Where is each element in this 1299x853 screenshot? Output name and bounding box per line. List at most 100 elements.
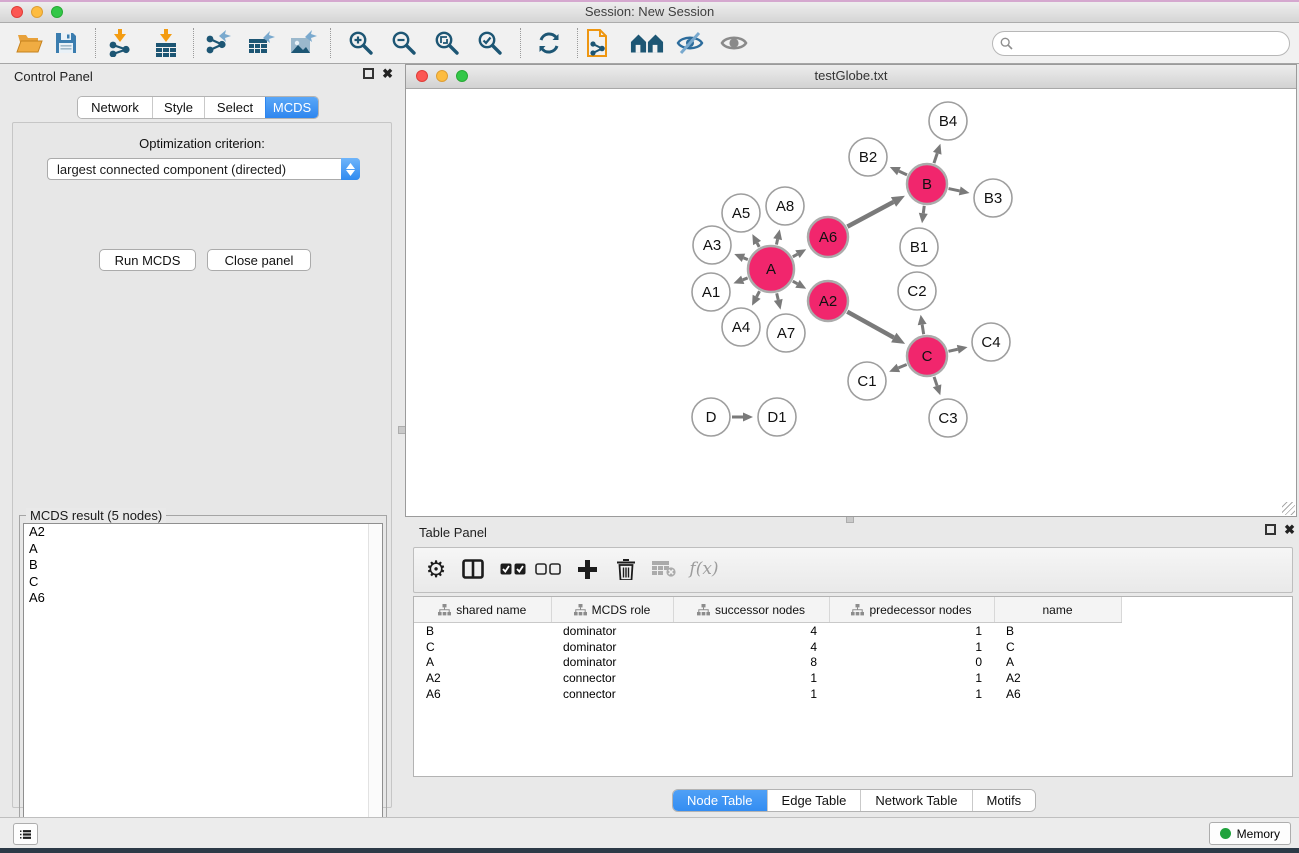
export-table-button[interactable] — [244, 26, 278, 60]
graph-node-label: A2 — [819, 293, 837, 310]
tab-node-table[interactable]: Node Table — [673, 790, 767, 811]
column-header[interactable]: successor nodes — [673, 597, 829, 623]
table-cell[interactable]: 8 — [673, 654, 829, 670]
column-header[interactable]: shared name — [414, 597, 551, 623]
close-table-panel-icon[interactable]: ✖ — [1284, 524, 1295, 535]
zoom-window-button[interactable] — [51, 6, 63, 18]
mcds-result-item[interactable]: A2 — [24, 524, 382, 541]
network-canvas[interactable]: B4B2BB3A5A8A6A3B1AC2A1A2A4A7C4CC1C3DD1 — [406, 88, 1296, 516]
table-cell[interactable]: A6 — [414, 686, 551, 702]
zoom-out-button[interactable] — [387, 26, 421, 60]
toolbar-separator — [330, 28, 331, 58]
table-row[interactable]: Adominator80A — [414, 654, 1121, 670]
zoom-selected-button[interactable] — [473, 26, 507, 60]
graph-edge-B-B1 — [923, 206, 924, 213]
table-cell[interactable]: dominator — [551, 639, 673, 655]
table-cell[interactable]: 1 — [829, 623, 994, 639]
import-table-button[interactable] — [149, 26, 183, 60]
table-row[interactable]: A6connector11A6 — [414, 686, 1121, 702]
network-window-titlebar[interactable]: testGlobe.txt — [406, 65, 1296, 89]
tab-network[interactable]: Network — [78, 97, 152, 118]
table-cell[interactable]: B — [994, 623, 1121, 639]
run-mcds-button[interactable]: Run MCDS — [99, 249, 196, 271]
show-graphics-details-button[interactable] — [717, 26, 751, 60]
table-cell[interactable]: 4 — [673, 623, 829, 639]
close-panel-button[interactable]: Close panel — [207, 249, 311, 271]
minimize-window-button[interactable] — [31, 6, 43, 18]
table-row[interactable]: A2connector11A2 — [414, 670, 1121, 686]
mcds-result-item[interactable]: B — [24, 557, 382, 574]
zoom-in-button[interactable] — [344, 26, 378, 60]
table-cell[interactable]: C — [994, 639, 1121, 655]
criterion-dropdown[interactable]: largest connected component (directed) — [47, 158, 360, 180]
table-cell[interactable]: A — [994, 654, 1121, 670]
refresh-button[interactable] — [532, 26, 566, 60]
application-window: Session: New Session — [0, 0, 1299, 853]
table-cell[interactable]: 0 — [829, 654, 994, 670]
table-cell[interactable]: 1 — [829, 670, 994, 686]
table-cell[interactable]: connector — [551, 670, 673, 686]
create-column-button[interactable] — [570, 552, 604, 586]
table-cell[interactable]: B — [414, 623, 551, 639]
column-header[interactable]: MCDS role — [551, 597, 673, 623]
export-image-button[interactable] — [286, 26, 320, 60]
memory-button[interactable]: Memory — [1209, 822, 1291, 845]
column-header[interactable]: predecessor nodes — [829, 597, 994, 623]
tab-mcds[interactable]: MCDS — [265, 97, 318, 118]
arrowhead-icon — [774, 299, 783, 310]
table-cell[interactable]: 1 — [829, 639, 994, 655]
deselect-all-button[interactable] — [531, 552, 565, 586]
dropdown-stepper-icon — [341, 158, 360, 180]
open-session-button[interactable] — [13, 26, 47, 60]
float-panel-icon[interactable] — [363, 68, 374, 79]
table-cell[interactable]: connector — [551, 686, 673, 702]
arrowhead-icon — [933, 384, 942, 395]
zoom-fit-button[interactable] — [430, 26, 464, 60]
table-cell[interactable]: 1 — [829, 686, 994, 702]
scrollbar-track[interactable] — [368, 524, 382, 853]
table-cell[interactable]: A — [414, 654, 551, 670]
table-settings-button[interactable]: ⚙ — [419, 552, 453, 586]
table-cell[interactable]: 4 — [673, 639, 829, 655]
delete-column-button[interactable] — [609, 552, 643, 586]
tab-motifs[interactable]: Motifs — [972, 790, 1036, 811]
close-window-button[interactable] — [11, 6, 23, 18]
mcds-result-item[interactable]: A — [24, 541, 382, 558]
search-input[interactable] — [1017, 34, 1281, 54]
save-session-button[interactable] — [49, 26, 83, 60]
table-cell[interactable]: A2 — [414, 670, 551, 686]
table-cell[interactable]: dominator — [551, 623, 673, 639]
table-cell[interactable]: 1 — [673, 670, 829, 686]
graph-edge-C-C3 — [934, 377, 937, 386]
float-table-panel-icon[interactable] — [1265, 524, 1276, 535]
close-panel-icon[interactable]: ✖ — [382, 68, 393, 79]
tab-style[interactable]: Style — [152, 97, 204, 118]
select-all-button[interactable] — [496, 552, 530, 586]
network-minimize-button[interactable] — [436, 70, 448, 82]
table-cell[interactable]: C — [414, 639, 551, 655]
import-network-button[interactable] — [103, 26, 137, 60]
mcds-result-item[interactable]: A6 — [24, 590, 382, 607]
show-columns-button[interactable] — [456, 552, 490, 586]
network-zoom-button[interactable] — [456, 70, 468, 82]
tab-network-table[interactable]: Network Table — [860, 790, 971, 811]
show-task-history-button[interactable] — [13, 823, 38, 845]
hide-graphics-details-button[interactable] — [673, 26, 707, 60]
table-row[interactable]: Bdominator41B — [414, 623, 1121, 639]
table-row[interactable]: Cdominator41C — [414, 639, 1121, 655]
table-cell[interactable]: A2 — [994, 670, 1121, 686]
toolbar-separator — [520, 28, 521, 58]
mcds-result-item[interactable]: C — [24, 574, 382, 591]
table-cell[interactable]: A6 — [994, 686, 1121, 702]
plus-icon — [578, 560, 597, 579]
network-close-button[interactable] — [416, 70, 428, 82]
column-header[interactable]: name — [994, 597, 1121, 623]
tab-edge-table[interactable]: Edge Table — [767, 790, 861, 811]
window-resize-grip[interactable] — [1282, 502, 1295, 515]
tab-select[interactable]: Select — [204, 97, 265, 118]
home-pages-icon[interactable] — [630, 26, 664, 60]
table-cell[interactable]: 1 — [673, 686, 829, 702]
table-cell[interactable]: dominator — [551, 654, 673, 670]
new-network-from-file-button[interactable] — [580, 26, 614, 60]
export-network-button[interactable] — [201, 26, 235, 60]
